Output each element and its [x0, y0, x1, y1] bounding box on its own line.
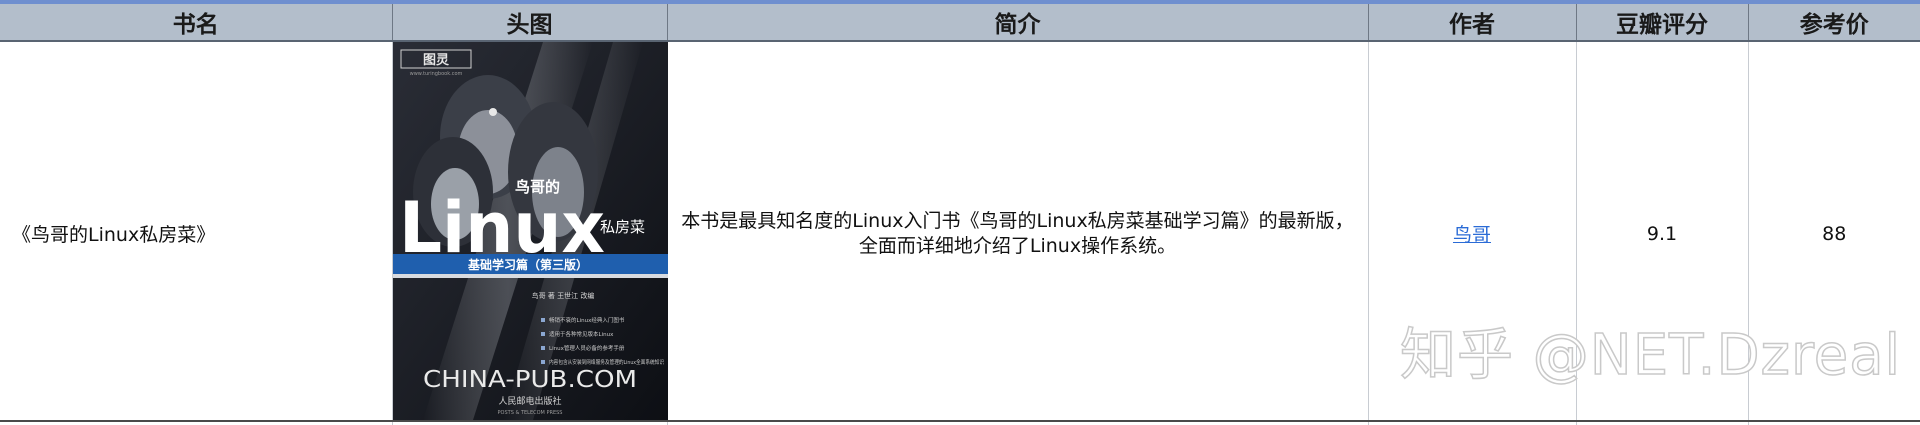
column-header-cover: 头图 [392, 4, 668, 42]
zhihu-watermark: 知乎 @NET.Dzreal [1399, 322, 1902, 389]
publisher-logo: 图灵 [422, 53, 449, 68]
cover-bullet: 适用于各种常见版本Linux [549, 330, 614, 338]
cover-bullet: Linux管理人员必备的参考手册 [549, 344, 625, 352]
table-header-row: 书名 头图 简介 作者 豆瓣评分 参考价 [0, 4, 1920, 42]
book-cover-image: 图灵 www.turingbook.com 鸟哥的 Linux 私房菜 基础学习… [392, 42, 668, 420]
cover-watermark: CHINA-PUB.COM [423, 367, 637, 393]
column-header-author: 作者 [1368, 4, 1577, 42]
cover-bullet: 畅销不衰的Linux经典入门图书 [549, 316, 625, 324]
author-link[interactable]: 鸟哥 [1453, 224, 1491, 246]
column-header-description: 简介 [667, 4, 1369, 42]
cover-subtitle: 基础学习篇（第三版） [466, 257, 587, 272]
column-header-title: 书名 [0, 4, 393, 42]
publisher-logo-sub: www.turingbook.com [409, 71, 462, 77]
cover-authors: 鸟哥 著 王世江 改编 [531, 291, 594, 300]
column-header-price: 参考价 [1748, 4, 1920, 42]
cover-bullet: 内容包含从安装到网络服务及管理的Linux全面系统知识 [549, 358, 664, 366]
cover-press-en: POSTS & TELECOM PRESS [497, 410, 562, 416]
cover-press: 人民邮电出版社 [498, 395, 561, 407]
book-title-cell: 《鸟哥的Linux私房菜》 [0, 41, 393, 425]
book-description-cell: 本书是最具知名度的Linux入门书《鸟哥的Linux私房菜基础学习篇》的最新版，… [667, 41, 1369, 425]
column-header-rating: 豆瓣评分 [1576, 4, 1749, 42]
cover-title-tail: 私房菜 [600, 218, 645, 236]
book-cover-cell: 图灵 www.turingbook.com 鸟哥的 Linux 私房菜 基础学习… [392, 41, 668, 425]
